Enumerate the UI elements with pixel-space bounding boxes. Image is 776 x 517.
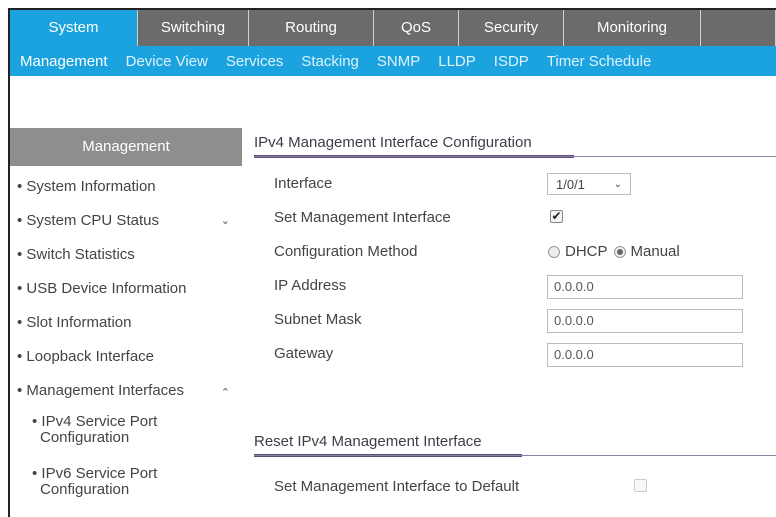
sidebar-subitem-label: • IPv6 Service Port bbox=[32, 465, 158, 482]
sidebar-item-switch-statistics[interactable]: • Switch Statistics bbox=[10, 238, 242, 272]
sidebar-subitem-label: Configuration bbox=[40, 481, 130, 498]
sidebar-subitem-ipv6-service-port[interactable]: • IPv6 Service Port Configuration bbox=[10, 460, 242, 506]
row-set-mgmt: Set Management Interface ✔ bbox=[254, 201, 776, 235]
section-title-ipv4-management: IPv4 Management Interface Configuration bbox=[254, 128, 776, 158]
chevron-up-icon[interactable]: ⌃ bbox=[221, 376, 230, 410]
sidebar-item-system-information[interactable]: • System Information bbox=[10, 170, 242, 204]
sidebar-item-management-interfaces[interactable]: • Management Interfaces ⌃ bbox=[10, 374, 242, 408]
chevron-down-icon[interactable]: ⌄ bbox=[221, 204, 230, 238]
sidebar-item-label: • Management Interfaces bbox=[17, 382, 185, 399]
subnet-mask-label: Subnet Mask bbox=[274, 311, 362, 328]
subtab-timer-schedule[interactable]: Timer Schedule bbox=[538, 53, 661, 70]
subtab-snmp[interactable]: SNMP bbox=[368, 53, 429, 70]
sidebar-subitem-ipv4-service-port[interactable]: • IPv4 Service Port Configuration bbox=[10, 408, 242, 454]
sub-nav: Management Device View Services Stacking… bbox=[10, 46, 776, 76]
chevron-down-icon: ⌄ bbox=[613, 179, 622, 190]
sidebar-item-label: • System Information bbox=[17, 178, 156, 195]
row-gateway: Gateway 0.0.0.0 bbox=[254, 337, 776, 371]
tab-more[interactable] bbox=[701, 10, 776, 46]
row-subnet-mask: Subnet Mask 0.0.0.0 bbox=[254, 303, 776, 337]
sidebar-item-loopback-interface[interactable]: • Loopback Interface bbox=[10, 340, 242, 374]
row-interface: Interface 1/0/1 ⌄ bbox=[254, 167, 776, 201]
reset-default-label: Set Management Interface to Default bbox=[274, 478, 520, 495]
dhcp-label: DHCP bbox=[565, 243, 608, 260]
section-title-text: Reset IPv4 Management Interface bbox=[254, 433, 482, 450]
sidebar-item-slot-information[interactable]: • Slot Information bbox=[10, 306, 242, 340]
subtab-management[interactable]: Management bbox=[10, 53, 117, 70]
ip-address-field[interactable]: 0.0.0.0 bbox=[547, 275, 743, 299]
config-method-radios: DHCP Manual bbox=[548, 243, 680, 260]
title-underline bbox=[254, 155, 574, 158]
sidebar-item-system-cpu-status[interactable]: • System CPU Status ⌄ bbox=[10, 204, 242, 238]
tab-security[interactable]: Security bbox=[459, 10, 564, 46]
subtab-services[interactable]: Services bbox=[217, 53, 293, 70]
sidebar-header: Management bbox=[10, 128, 242, 166]
row-config-method: Configuration Method DHCP Manual bbox=[254, 235, 776, 269]
sidebar-item-label: • System CPU Status bbox=[17, 212, 159, 229]
sidebar-item-label: • Slot Information bbox=[17, 314, 132, 331]
subtab-lldp[interactable]: LLDP bbox=[429, 53, 485, 70]
gateway-field[interactable]: 0.0.0.0 bbox=[547, 343, 743, 367]
sidebar-item-label: • Loopback Interface bbox=[17, 348, 155, 365]
manual-radio[interactable] bbox=[613, 245, 626, 258]
sidebar-item-usb-device-information[interactable]: • USB Device Information bbox=[10, 272, 242, 306]
section-title-text: IPv4 Management Interface Configuration bbox=[254, 134, 532, 151]
tab-system[interactable]: System bbox=[10, 10, 138, 46]
sidebar-item-label: • USB Device Information bbox=[17, 280, 187, 297]
tab-routing[interactable]: Routing bbox=[249, 10, 374, 46]
sidebar-item-label: • Switch Statistics bbox=[17, 246, 135, 263]
sidebar: Management • System Information • System… bbox=[10, 128, 242, 506]
gateway-label: Gateway bbox=[274, 345, 334, 362]
checkmark-icon: ✔ bbox=[551, 209, 562, 223]
app-frame: System Switching Routing QoS Security Mo… bbox=[8, 8, 776, 517]
sidebar-subitem-label: Configuration bbox=[40, 429, 130, 446]
tab-monitoring[interactable]: Monitoring bbox=[564, 10, 701, 46]
title-underline bbox=[254, 454, 522, 457]
config-method-label: Configuration Method bbox=[274, 243, 418, 260]
reset-default-checkbox[interactable] bbox=[634, 479, 647, 492]
subtab-device-view[interactable]: Device View bbox=[117, 53, 217, 70]
row-ip-address: IP Address 0.0.0.0 bbox=[254, 269, 776, 303]
subtab-stacking[interactable]: Stacking bbox=[292, 53, 368, 70]
subnet-mask-field[interactable]: 0.0.0.0 bbox=[547, 309, 743, 333]
set-mgmt-label: Set Management Interface bbox=[274, 209, 451, 226]
row-reset-default: Set Management Interface to Default bbox=[254, 470, 776, 504]
sidebar-subitem-label: • IPv4 Service Port bbox=[32, 413, 158, 430]
interface-select[interactable]: 1/0/1 ⌄ bbox=[547, 173, 631, 195]
set-mgmt-checkbox[interactable]: ✔ bbox=[550, 210, 563, 223]
interface-label: Interface bbox=[274, 175, 333, 192]
section-title-reset-ipv4: Reset IPv4 Management Interface bbox=[254, 427, 776, 457]
manual-label: Manual bbox=[630, 243, 680, 260]
top-nav: System Switching Routing QoS Security Mo… bbox=[10, 10, 776, 46]
main-content: IPv4 Management Interface Configuration … bbox=[254, 128, 776, 504]
tab-qos[interactable]: QoS bbox=[374, 10, 459, 46]
interface-value: 1/0/1 bbox=[556, 177, 585, 192]
dhcp-radio[interactable] bbox=[548, 245, 560, 258]
ip-address-label: IP Address bbox=[274, 277, 347, 294]
tab-switching[interactable]: Switching bbox=[138, 10, 249, 46]
subtab-isdp[interactable]: ISDP bbox=[485, 53, 538, 70]
